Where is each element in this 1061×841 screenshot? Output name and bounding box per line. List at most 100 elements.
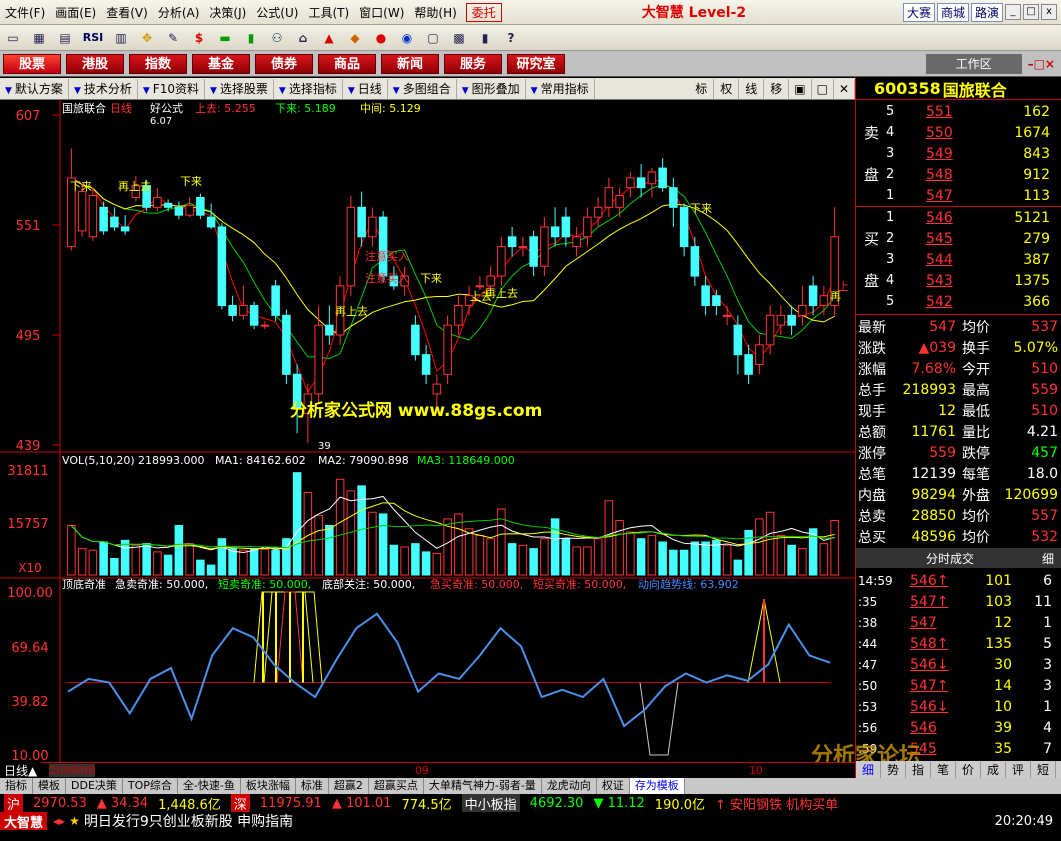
panel-tab-0[interactable]: 细 [856,761,881,778]
diamond-icon[interactable]: ◆ [344,28,366,48]
candle-body[interactable] [153,197,162,208]
candle-body[interactable] [808,285,818,307]
stack-icon[interactable]: ▬ [214,28,236,48]
candle-body[interactable] [346,206,356,287]
nav-arrows-icon[interactable]: ◂▸ [53,814,65,828]
candle-body[interactable] [733,324,743,356]
subbar-right-0[interactable]: 标 [689,78,715,99]
subbar-item-1[interactable]: ▼ 技术分析 [69,78,138,99]
menu-right-button-2[interactable]: 路演 [970,2,1003,22]
disc-icon[interactable]: ● [370,28,392,48]
template-tab-11[interactable]: 权证 [597,778,630,794]
candle-body[interactable] [540,226,549,267]
candle-body[interactable] [647,171,657,185]
note-icon[interactable]: ▢ [422,28,444,48]
candle-body[interactable] [819,295,829,307]
candle-body[interactable] [712,295,721,307]
menu-right-button-0[interactable]: 大赛 [902,2,935,22]
calc-icon[interactable]: ▩ [448,28,470,48]
minimize-icon[interactable]: _ [1005,4,1021,20]
candle-body[interactable] [206,216,216,228]
menu-item-8[interactable]: 帮助(H) [409,4,461,21]
book-icon[interactable]: ▮ [474,28,496,48]
subbar-item-6[interactable]: ▼ 多图组合 [388,78,457,99]
template-tab-2[interactable]: DDE决策 [66,778,123,794]
panel-tab-1[interactable]: 势 [881,761,906,778]
rsi-icon[interactable]: RSI [80,28,106,48]
subbar-item-2[interactable]: ▼ F10资料 [138,78,205,99]
candle-body[interactable] [77,191,87,232]
candle-body[interactable] [550,226,560,238]
candle-body[interactable] [475,285,485,288]
candle-body[interactable] [701,285,710,307]
menu-item-5[interactable]: 公式(U) [251,4,303,21]
bar-icon[interactable]: ▮ [240,28,262,48]
menu-item-0[interactable]: 文件(F) [0,4,50,21]
order-price[interactable]: 545 [926,231,986,251]
candle-body[interactable] [163,202,173,208]
order-price[interactable]: 547 [926,188,986,208]
ticks-title[interactable]: 分时成交 [926,550,974,567]
maximize-icon[interactable]: □ [1023,4,1039,20]
template-tab-4[interactable]: 全-快速-鱼 [178,778,241,794]
globe-icon[interactable]: ◉ [396,28,418,48]
window-controls-icon[interactable]: –□× [1028,57,1055,71]
candle-body[interactable] [314,324,323,395]
order-price[interactable]: 548 [926,167,986,187]
candle-body[interactable] [669,187,678,208]
candle-body[interactable] [497,246,506,277]
menu-right-button-1[interactable]: 商城 [936,2,969,22]
template-tab-7[interactable]: 超赢2 [329,778,369,794]
candle-body[interactable] [593,206,603,218]
order-price[interactable]: 546 [926,210,986,230]
candle-body[interactable] [486,275,495,287]
candle-body[interactable] [626,177,635,189]
template-tab-10[interactable]: 龙虎动向 [542,778,597,794]
candle-body[interactable] [411,324,420,356]
candle-body[interactable] [357,206,366,238]
menu-item-6[interactable]: 工具(T) [303,4,354,21]
panel-tab-4[interactable]: 价 [956,761,981,778]
order-price[interactable]: 543 [926,273,986,293]
news-text[interactable]: 明日发行9只创业板新股 申购指南 [84,811,293,831]
candle-body[interactable] [174,206,184,216]
candle-body[interactable] [722,314,732,317]
nav-tab-8[interactable]: 研究室 [507,53,565,74]
subbar-item-4[interactable]: ▼ 选择指标 [274,78,343,99]
menu-item-3[interactable]: 分析(A) [153,4,205,21]
ticks-detail-button[interactable]: 细 [1042,550,1054,567]
subbar-item-0[interactable]: ▼ 默认方案 [0,78,69,99]
menu-item-4[interactable]: 决策(J) [204,4,251,21]
candle-body[interactable] [572,236,581,248]
subbar-item-5[interactable]: ▼ 日线 [343,78,388,99]
candle-body[interactable] [679,206,689,248]
subbar-item-7[interactable]: ▼ 图形叠加 [457,78,526,99]
template-tab-1[interactable]: 模板 [33,778,66,794]
candle-body[interactable] [787,314,796,326]
candle-body[interactable] [271,285,280,316]
template-tab-8[interactable]: 超赢买点 [369,778,424,794]
close-icon[interactable]: ✕ [834,78,855,99]
candle-body[interactable] [249,305,259,326]
template-tab-9[interactable]: 大单精气神力-弱者-量 [424,778,542,794]
candle-body[interactable] [776,314,786,326]
nav-tab-7[interactable]: 服务 [444,53,502,74]
menu-item-7[interactable]: 窗口(W) [354,4,409,21]
order-price[interactable]: 549 [926,146,986,166]
help-icon[interactable]: ? [500,28,522,48]
candle-body[interactable] [378,216,388,277]
close-icon[interactable]: x [1041,4,1057,20]
candle-body[interactable] [260,324,270,327]
candle-body[interactable] [518,246,528,249]
market-item-12[interactable]: ↑ 安阳钢铁 机构买单 [715,794,838,813]
template-tab-3[interactable]: TOP综合 [123,778,178,794]
candle-body[interactable] [110,216,119,228]
panel-tab-7[interactable]: 短 [1031,761,1056,778]
grid-icon[interactable]: ▤ [54,28,76,48]
candle-body[interactable] [744,354,753,375]
subbar-right-3[interactable]: 移 [764,78,790,99]
kline-chart[interactable]: 607 551 495 439 国旅联合 日线 好公式 上去: 5.255 下来: 5.189 中… [0,100,855,764]
candle-body[interactable] [561,216,571,238]
candle-body[interactable] [185,204,194,216]
window-icon[interactable]: □ [812,78,834,99]
